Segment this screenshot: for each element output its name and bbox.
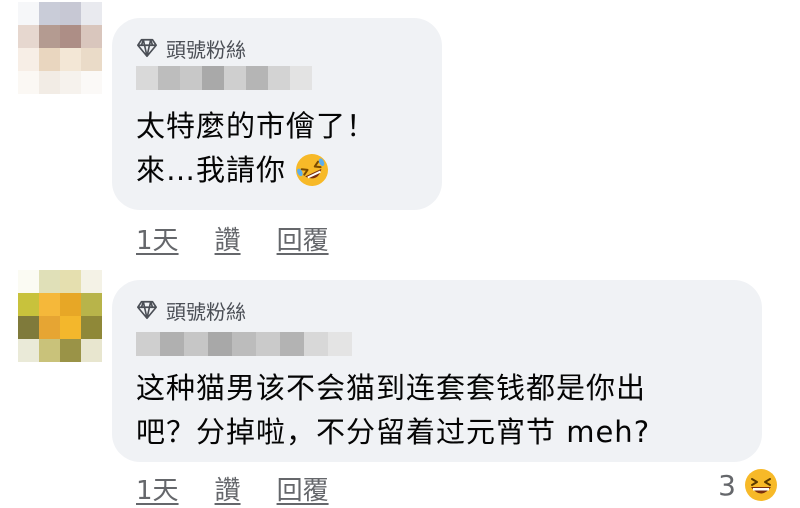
comment-line-with-emoji: 來…我請你 [136, 148, 376, 192]
comment-text: 这种猫男该不会猫到连套套钱都是你出 吧？分掉啦，不分留着过元宵节 meh? [136, 366, 650, 454]
grinning-squinting-face-emoji [745, 469, 777, 501]
comment-actions: 1天 讚 回覆 [136, 470, 365, 507]
diamond-icon [137, 38, 157, 58]
avatar[interactable] [18, 270, 102, 362]
reply-button[interactable]: 回覆 [277, 470, 329, 507]
comment-text: 太特麼的市儈了！ 來…我請你 [136, 104, 376, 192]
timestamp-link[interactable]: 1天 [136, 470, 179, 507]
author-name-redacted[interactable] [136, 332, 352, 356]
timestamp-link[interactable]: 1天 [136, 220, 179, 257]
badge-label: 頭號粉絲 [166, 37, 246, 62]
comment-bubble: 頭號粉絲 这种猫男该不会猫到连套套钱都是你出 吧？分掉啦，不分留着过元宵节 me… [112, 280, 762, 462]
avatar[interactable] [18, 2, 102, 94]
reaction-count: 3 [718, 468, 736, 502]
like-button[interactable]: 讚 [215, 470, 241, 507]
reply-button[interactable]: 回覆 [277, 220, 329, 257]
comment-actions: 1天 讚 回覆 [136, 220, 365, 257]
comment-line: 來…我請你 [136, 153, 287, 187]
comment-line: 这种猫男该不会猫到连套套钱都是你出 [136, 371, 647, 405]
comment-line: 太特麼的市儈了！ [136, 109, 377, 143]
comment-bubble: 頭號粉絲 太特麼的市儈了！ 來…我請你 [112, 18, 442, 210]
badge-label: 頭號粉絲 [166, 299, 246, 324]
author-name-redacted[interactable] [136, 66, 312, 90]
top-fan-badge[interactable]: 頭號粉絲 [136, 296, 246, 324]
rolling-on-floor-laughing-emoji [296, 154, 329, 186]
like-button[interactable]: 讚 [215, 220, 241, 257]
reaction-summary[interactable]: 3 [718, 468, 778, 502]
top-fan-badge[interactable]: 頭號粉絲 [136, 34, 246, 62]
comment-line: 吧？分掉啦，不分留着过元宵节 meh? [136, 415, 651, 449]
diamond-icon [137, 300, 157, 320]
